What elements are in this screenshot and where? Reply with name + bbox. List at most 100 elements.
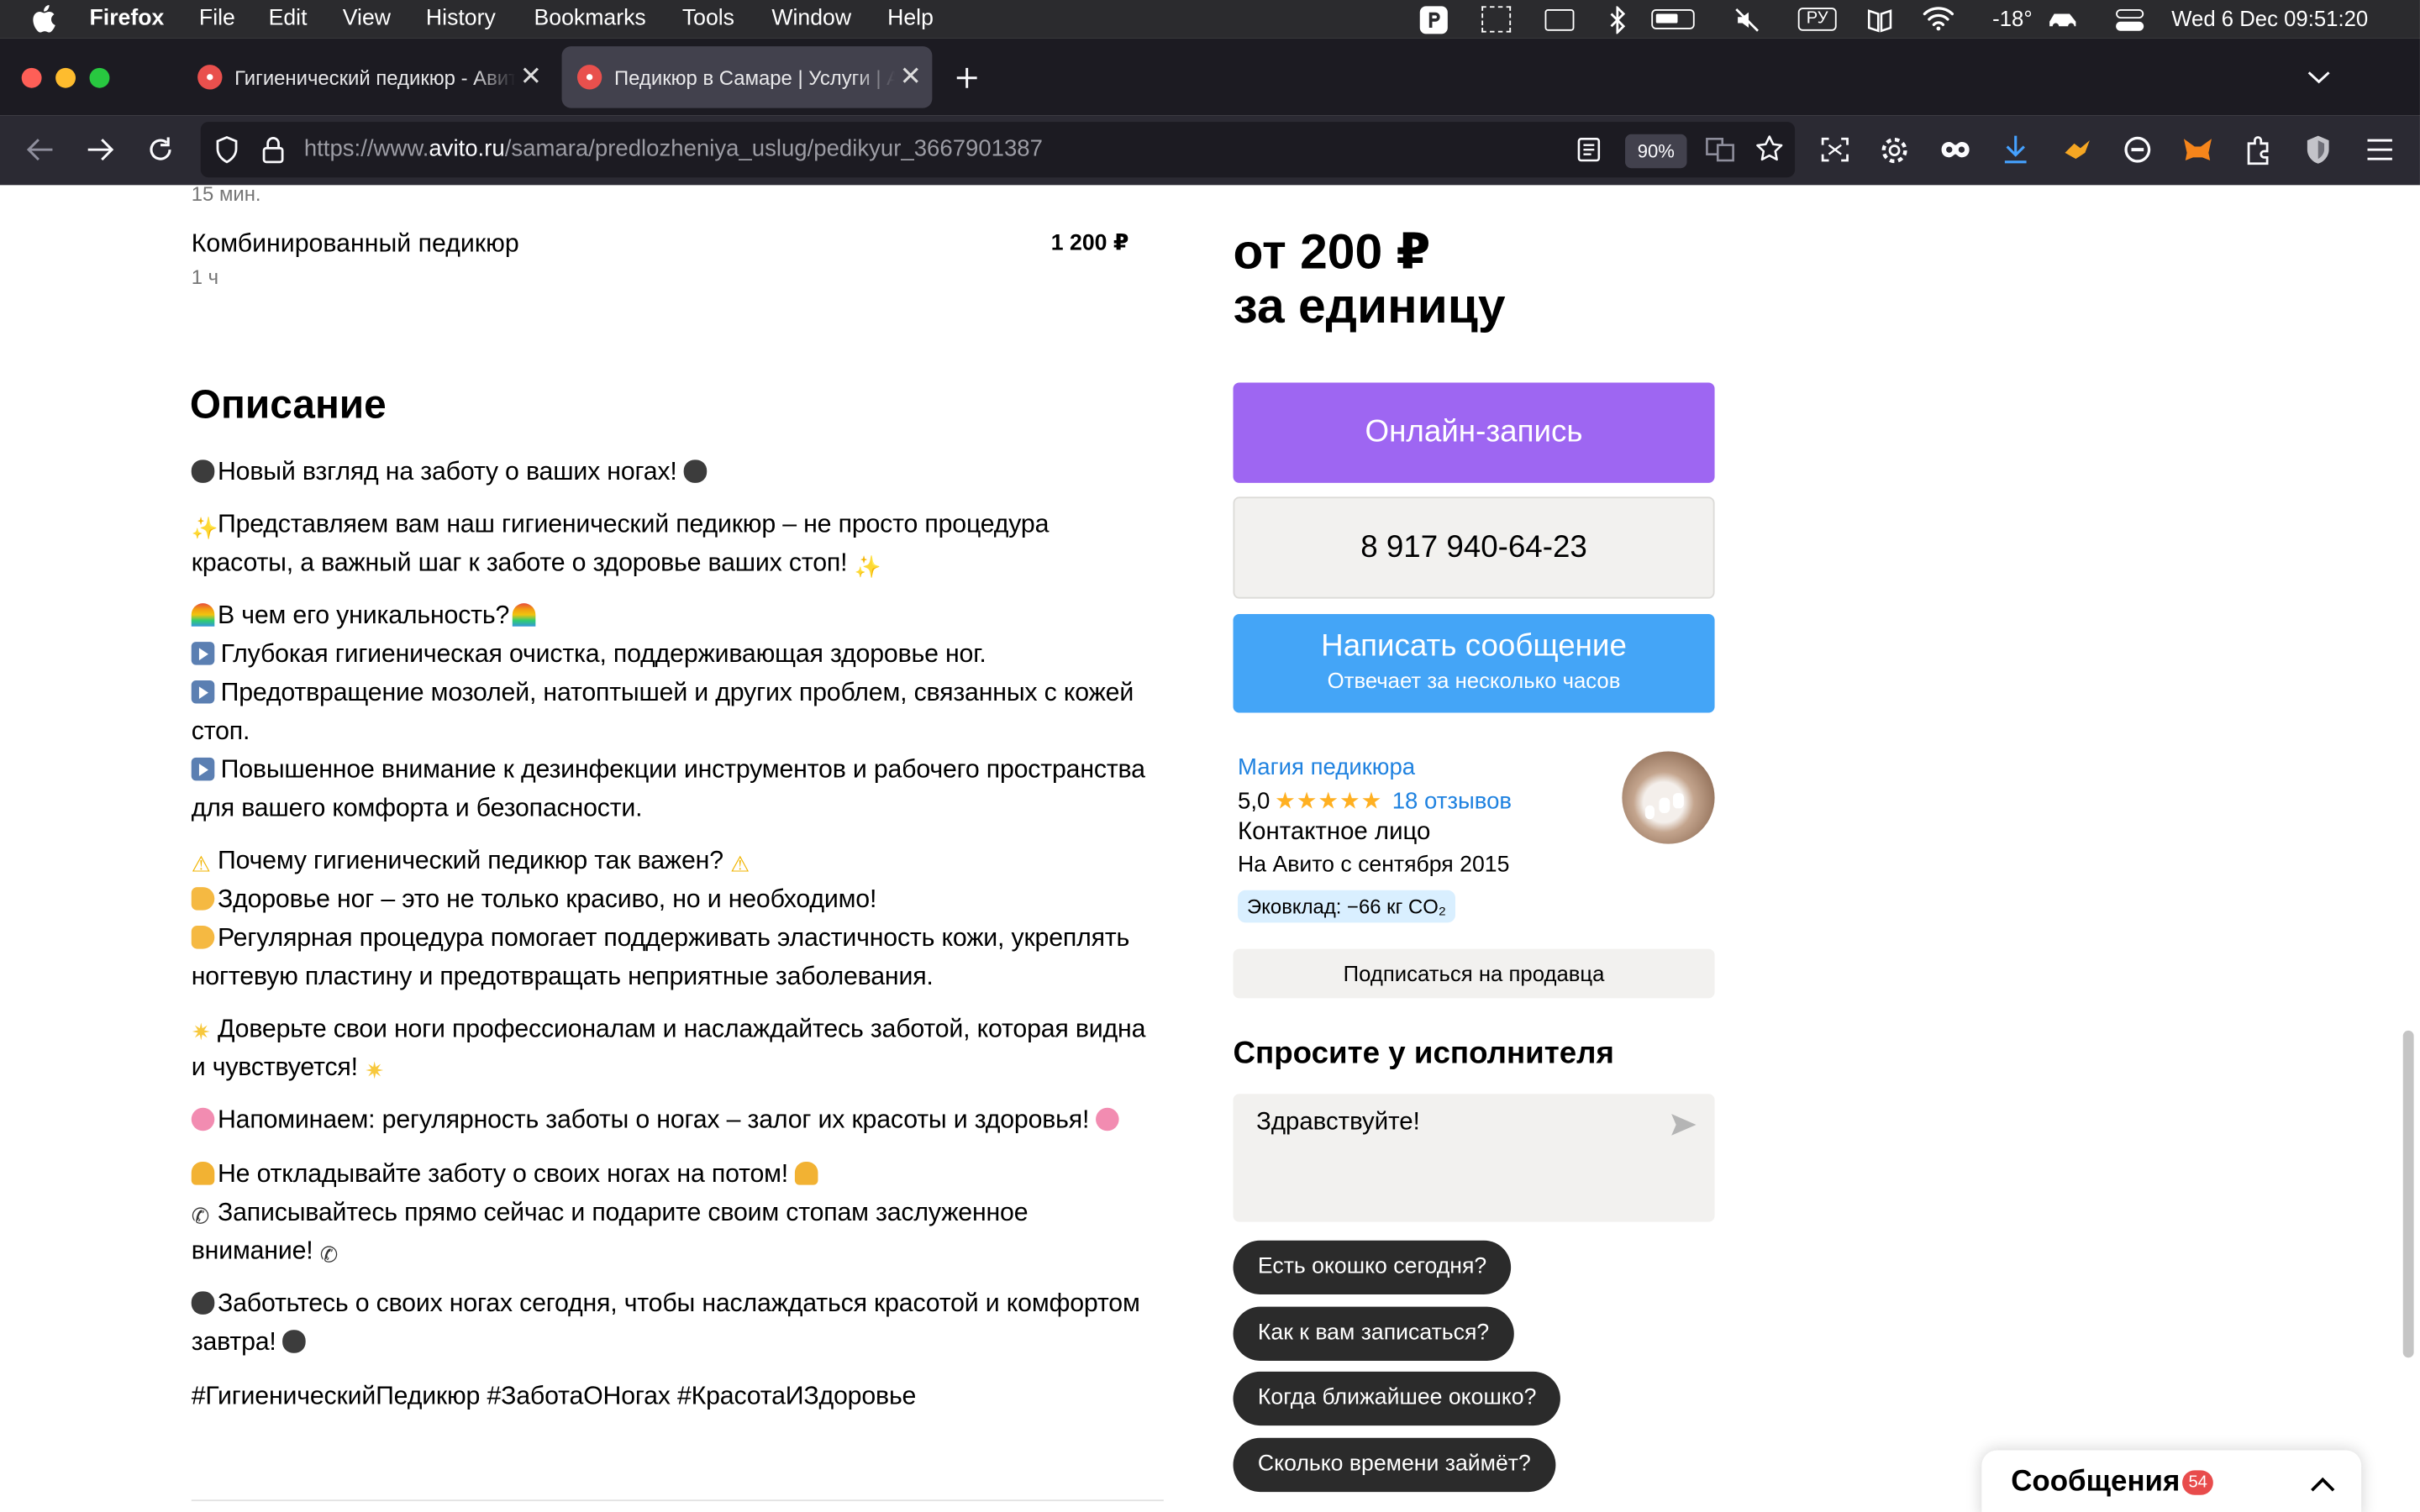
input-language-indicator[interactable]: РУ [1797, 8, 1837, 31]
downloads-icon[interactable] [2002, 134, 2029, 165]
extension-fox-icon[interactable] [2062, 137, 2093, 161]
quick-question-chip[interactable]: Есть окошко сегодня? [1233, 1240, 1512, 1294]
description-line: Напоминаем: регулярность заботы о ногах … [191, 1106, 1123, 1136]
play-button-icon [191, 642, 215, 665]
description-heading: Описание [189, 381, 387, 428]
warning-icon: ⚠ [191, 851, 211, 877]
quick-question-chip[interactable]: Сколько времени займёт? [1233, 1437, 1556, 1493]
send-icon[interactable] [1670, 1112, 1697, 1137]
description-line: ⚠ Почему гигиенический педикюр так важен?… [192, 847, 757, 876]
window-switch-icon[interactable] [1544, 9, 1575, 31]
cherry-blossom-icon [191, 1107, 215, 1131]
settings-gear-icon[interactable] [1880, 136, 1909, 165]
eco-contribution-badge[interactable]: Эковклад: −66 кг CO₂ [1238, 890, 1456, 923]
privacy-badger-shield-icon[interactable] [2304, 134, 2332, 165]
write-message-button[interactable]: Написать сообщение Отвечает за несколько… [1233, 614, 1715, 713]
description-line: Повышенное внимание к дезинфекции инстру… [191, 756, 1145, 785]
menu-bookmarks[interactable]: Bookmarks [534, 6, 645, 30]
metamask-icon[interactable] [2182, 136, 2213, 164]
reader-view-icon[interactable] [1577, 137, 1601, 162]
warning-icon: ⚠ [730, 851, 750, 877]
chevron-up-icon[interactable] [2311, 1477, 2335, 1492]
control-center-icon[interactable] [2116, 8, 2144, 32]
temperature-readout[interactable]: -18° [1992, 6, 2032, 30]
seller-avatar[interactable] [1622, 751, 1715, 844]
battery-icon[interactable] [1651, 9, 1695, 29]
menu-tools[interactable]: Tools [682, 6, 734, 30]
rainbow-icon [191, 603, 215, 627]
reload-icon[interactable] [146, 136, 174, 164]
seller-name-link[interactable]: Магия педикюра [1238, 754, 1415, 780]
translate-icon[interactable] [1706, 136, 1735, 164]
bookmark-star-icon[interactable] [1754, 134, 1784, 164]
description-line: Предотвращение мозолей, натоптышей и дру… [191, 679, 1134, 708]
tracking-protection-shield-icon[interactable] [214, 135, 239, 164]
list-all-tabs-icon[interactable] [2307, 70, 2331, 85]
menu-view[interactable]: View [343, 6, 391, 30]
pointing-hand-icon [191, 887, 215, 911]
bluetooth-icon[interactable] [1608, 6, 1627, 34]
menu-window[interactable]: Window [771, 6, 851, 30]
subscribe-to-seller-button[interactable]: Подписаться на продавца [1233, 948, 1715, 999]
menu-help[interactable]: Help [887, 6, 934, 30]
extension-chain-icon[interactable] [2122, 136, 2153, 164]
bell-icon [795, 1162, 818, 1185]
close-tab-icon[interactable]: ✕ [515, 61, 546, 92]
new-tab-icon[interactable] [955, 66, 979, 90]
clock[interactable]: Wed 6 Dec 09:51:20 [2171, 6, 2368, 30]
zoom-level-button[interactable]: 90% [1625, 134, 1687, 169]
parking-app-icon[interactable] [1419, 6, 1448, 34]
mute-icon[interactable] [1733, 6, 1761, 34]
hashtags[interactable]: #ГигиеническийПедикюр #ЗаботаОНогах #Кра… [192, 1383, 917, 1412]
rainbow-icon [512, 603, 536, 627]
close-tab-icon[interactable]: ✕ [895, 61, 926, 92]
screenshot-tool-icon[interactable] [1819, 136, 1850, 164]
forward-icon[interactable] [87, 137, 114, 161]
extensions-puzzle-icon[interactable] [2244, 134, 2272, 165]
url-text[interactable]: https://www.avito.ru/samara/predlozheniy… [304, 136, 1043, 162]
reviews-link[interactable]: 18 отзывов [1392, 789, 1512, 815]
tab-pedicure-samara[interactable]: Педикюр в Самаре | Услуги | Авито ✕ [561, 46, 933, 108]
menu-edit[interactable]: Edit [269, 6, 308, 30]
macos-menu-bar: Firefox File Edit View History Bookmarks… [0, 0, 2420, 39]
sparkles-icon: ✨ [854, 554, 881, 579]
member-since: На Авито с сентября 2015 [1238, 853, 1510, 879]
ask-seller-textarea[interactable]: Здравствуйте! [1233, 1094, 1715, 1222]
zoom-window-button[interactable] [89, 67, 110, 88]
messages-panel[interactable]: Сообщения 54 [1981, 1450, 2362, 1512]
private-mask-icon[interactable] [1940, 140, 1971, 159]
tab-hygienic-pedicure[interactable]: Гигиенический педикюр - Авито ✕ [182, 46, 553, 108]
browser-tab-bar: Гигиенический педикюр - Авито ✕ Педикюр … [0, 38, 2420, 116]
description-line: ✷ Доверьте свои ноги профессионалам и нас… [191, 1015, 1146, 1047]
service-name: Комбинированный педикюр [191, 229, 519, 258]
page-scrollbar-thumb[interactable] [2402, 1030, 2414, 1358]
close-window-button[interactable] [21, 67, 42, 88]
online-booking-button[interactable]: Онлайн-запись [1233, 382, 1715, 483]
page-content: 15 мин. Комбинированный педикюр 1 200 ₽ … [0, 185, 2420, 1512]
show-phone-button[interactable]: 8 917 940-64-23 [1233, 496, 1715, 599]
description-line: ногтевую пластину и предотвращать неприя… [191, 963, 934, 991]
app-menu-hamburger-icon[interactable] [2366, 137, 2394, 161]
app-menu-firefox[interactable]: Firefox [90, 6, 165, 30]
address-bar[interactable]: https://www.avito.ru/samara/predlozheniy… [200, 122, 1796, 178]
browser-navigation-bar: https://www.avito.ru/samara/predlozheniy… [0, 115, 2420, 186]
lock-icon[interactable] [262, 136, 284, 164]
screenshot-icon[interactable] [1481, 6, 1512, 33]
glowing-star-icon: ✷ [191, 1020, 211, 1047]
quick-question-chip[interactable]: Когда ближайшее окошко? [1233, 1371, 1561, 1426]
wifi-icon[interactable] [1923, 6, 1954, 31]
description-line: Не откладывайте заботу о своих ногах на … [191, 1160, 822, 1189]
description-line: В чем его уникальность? [191, 601, 539, 631]
quick-question-chip[interactable]: Как к вам записаться? [1233, 1306, 1514, 1361]
price-unit: за единицу [1233, 277, 1506, 333]
menu-file[interactable]: File [199, 6, 235, 30]
apple-logo-icon[interactable] [31, 5, 55, 33]
back-icon[interactable] [26, 137, 54, 161]
minimize-window-button[interactable] [55, 67, 76, 88]
book-icon[interactable] [1866, 6, 1894, 34]
weather-car-icon[interactable] [2046, 9, 2080, 29]
play-button-icon [191, 680, 215, 704]
contact-type: Контактное лицо [1238, 819, 1431, 846]
description-line: ✨Представляем вам наш гигиенический педи… [191, 510, 1050, 540]
menu-history[interactable]: History [426, 6, 496, 30]
